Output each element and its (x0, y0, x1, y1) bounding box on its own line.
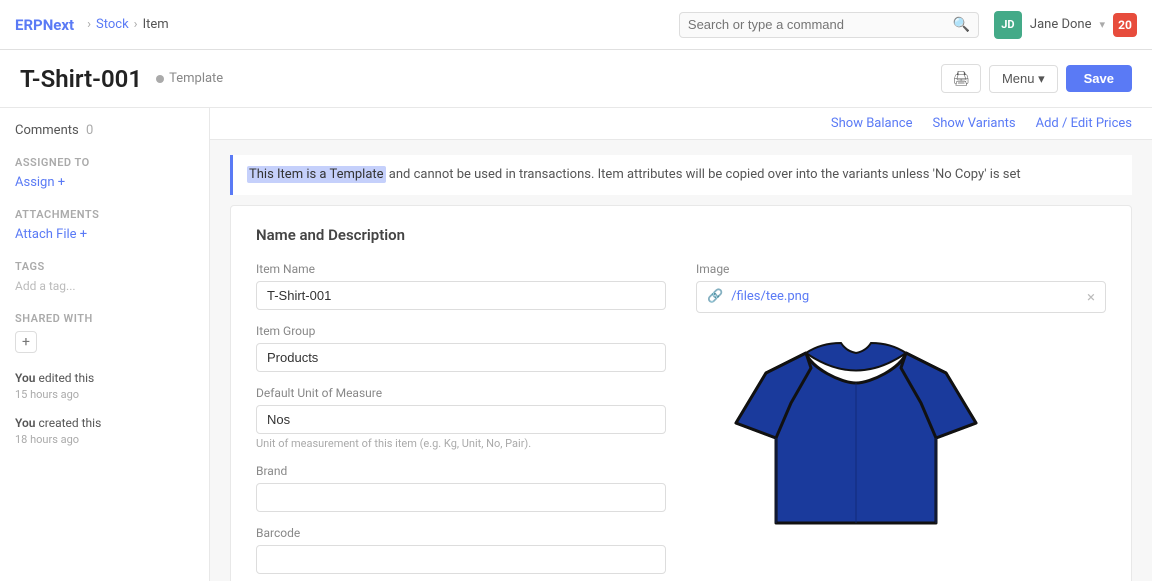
user-name-label: Jane Done (1030, 17, 1092, 32)
notice-highlighted: This Item is a Template (247, 166, 386, 183)
content-area: Show Balance Show Variants Add / Edit Pr… (210, 108, 1152, 581)
search-icon: 🔍 (952, 17, 969, 33)
status-dot (156, 75, 164, 83)
attachments-section: ATTACHMENTS Attach File + (15, 208, 194, 242)
show-variants-link[interactable]: Show Variants (933, 116, 1016, 131)
form-section-title: Name and Description (256, 226, 1106, 244)
tags-label: TAGS (15, 260, 194, 273)
brand-input[interactable] (256, 483, 666, 512)
activity-time-1: 15 hours ago (15, 388, 194, 401)
breadcrumb-item: Item (143, 17, 169, 32)
barcode-input[interactable] (256, 545, 666, 574)
add-tag-input[interactable]: Add a tag... (15, 279, 76, 293)
item-group-group: Item Group (256, 324, 666, 372)
attach-file-button[interactable]: Attach File + (15, 227, 87, 242)
activity-item-1: You edited this (15, 371, 194, 385)
activity-desc-1: edited this (38, 371, 94, 385)
breadcrumb-sep-1: › (87, 17, 91, 32)
item-name-input[interactable] (256, 281, 666, 310)
brand-group: Brand (256, 464, 666, 512)
comments-label: Comments (15, 123, 79, 138)
image-close-button[interactable]: × (1087, 288, 1095, 306)
image-label: Image (696, 262, 1106, 276)
action-bar: Show Balance Show Variants Add / Edit Pr… (210, 108, 1152, 140)
notice-rest: and cannot be used in transactions. Item… (386, 167, 1021, 182)
menu-button[interactable]: Menu ▾ (989, 65, 1058, 93)
barcode-label: Barcode (256, 526, 666, 540)
tshirt-illustration (696, 323, 1016, 543)
activity-section: You edited this 15 hours ago You created… (15, 371, 194, 446)
image-link-row: 🔗 /files/tee.png × (696, 281, 1106, 313)
item-name-group: Item Name (256, 262, 666, 310)
assigned-to-section: ASSIGNED TO Assign + (15, 156, 194, 190)
main-layout: Comments 0 ASSIGNED TO Assign + ATTACHME… (0, 108, 1152, 581)
save-button[interactable]: Save (1066, 65, 1132, 92)
activity-desc-2: created this (38, 416, 101, 430)
unit-label: Default Unit of Measure (256, 386, 666, 400)
search-bar: 🔍 (679, 12, 979, 38)
breadcrumb-sep-2: › (134, 17, 138, 32)
sidebar: Comments 0 ASSIGNED TO Assign + ATTACHME… (0, 108, 210, 581)
page-header-actions: 🖨 Menu ▾ Save (941, 64, 1132, 93)
comments-section: Comments 0 (15, 123, 194, 138)
breadcrumb-stock[interactable]: Stock (96, 17, 129, 32)
assigned-to-label: ASSIGNED TO (15, 156, 194, 169)
activity-time-2: 18 hours ago (15, 433, 194, 446)
brand-logo[interactable]: ERPNext (15, 16, 74, 34)
page-title: T-Shirt-001 (20, 65, 142, 93)
shared-with-label: SHARED WITH (15, 312, 194, 325)
page-header: T-Shirt-001 Template 🖨 Menu ▾ Save (0, 50, 1152, 108)
template-notice: This Item is a Template and cannot be us… (230, 155, 1132, 195)
avatar: JD (994, 11, 1022, 39)
form-card: Name and Description Item Name Item Grou… (230, 205, 1132, 581)
image-link-text[interactable]: /files/tee.png (731, 289, 809, 304)
unit-input[interactable] (256, 405, 666, 434)
add-shared-button[interactable]: + (15, 331, 37, 353)
image-section: Image 🔗 /files/tee.png × (696, 262, 1106, 313)
comments-count: 0 (86, 123, 93, 138)
search-input[interactable] (688, 17, 953, 32)
assign-button[interactable]: Assign + (15, 175, 65, 190)
tshirt-image (716, 323, 996, 543)
brand-label: Brand (256, 464, 666, 478)
print-button[interactable]: 🖨 (941, 64, 981, 93)
tags-section: TAGS Add a tag... (15, 260, 194, 294)
status-badge: Template (156, 71, 223, 86)
unit-hint: Unit of measurement of this item (e.g. K… (256, 437, 666, 450)
show-balance-link[interactable]: Show Balance (831, 116, 913, 131)
unit-group: Default Unit of Measure Unit of measurem… (256, 386, 666, 450)
item-group-input[interactable] (256, 343, 666, 372)
activity-actor-1: You (15, 371, 35, 385)
activity-actor-2: You (15, 416, 35, 430)
link-icon: 🔗 (707, 289, 723, 304)
shared-with-section: SHARED WITH + (15, 312, 194, 353)
status-label: Template (169, 71, 223, 86)
item-group-label: Item Group (256, 324, 666, 338)
barcode-group: Barcode (256, 526, 666, 574)
chevron-down-icon: ▾ (1099, 18, 1105, 31)
navbar: ERPNext › Stock › Item 🔍 JD Jane Done ▾ … (0, 0, 1152, 50)
activity-item-2: You created this (15, 416, 194, 430)
user-menu[interactable]: JD Jane Done ▾ (994, 11, 1105, 39)
item-name-label: Item Name (256, 262, 666, 276)
notification-badge[interactable]: 20 (1113, 13, 1137, 37)
attachments-label: ATTACHMENTS (15, 208, 194, 221)
add-edit-prices-link[interactable]: Add / Edit Prices (1036, 116, 1132, 131)
